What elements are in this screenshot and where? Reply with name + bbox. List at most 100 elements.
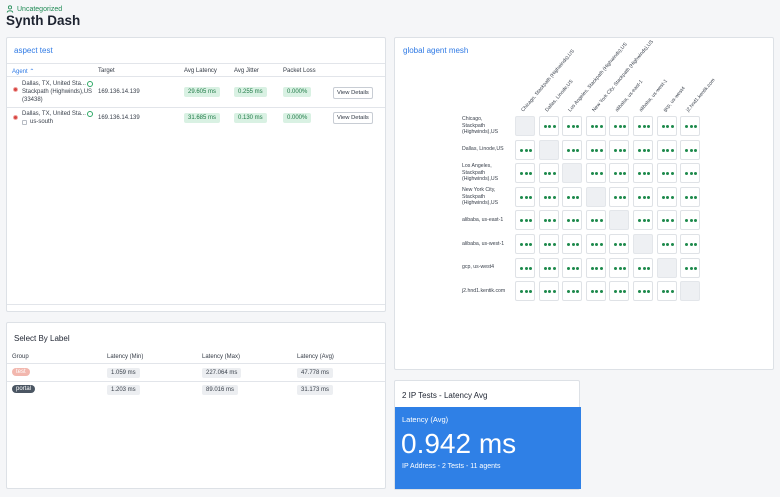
status-dots-icon <box>543 125 556 128</box>
mesh-cell[interactable] <box>538 116 559 136</box>
flag-icon <box>13 115 18 120</box>
status-dots-icon <box>638 125 650 128</box>
mesh-cell[interactable] <box>633 163 653 184</box>
latency-stat-card[interactable]: Latency (Avg) 0.942 ms IP Address - 2 Te… <box>395 407 581 489</box>
mesh-cell[interactable] <box>680 234 701 254</box>
mesh-cell[interactable] <box>538 234 559 254</box>
status-dots-icon <box>614 125 627 128</box>
mesh-cell[interactable] <box>680 116 701 136</box>
mesh-cell[interactable] <box>562 139 583 160</box>
status-dots-icon <box>685 219 698 223</box>
status-dots-icon <box>590 243 603 246</box>
aspect-test-panel: aspect test Agent ⌃ Target Avg Latency A… <box>6 37 386 312</box>
mesh-cell[interactable] <box>609 281 630 302</box>
mesh-row-label-line: (Highwinds),US <box>462 176 499 183</box>
mesh-cell[interactable] <box>515 163 535 184</box>
mesh-cell[interactable] <box>633 281 653 302</box>
view-details-button[interactable]: View Details <box>333 87 373 99</box>
column-header-agent[interactable]: Agent ⌃ <box>12 68 34 75</box>
mesh-cell[interactable] <box>562 186 583 207</box>
mesh-cell[interactable] <box>515 139 535 160</box>
mesh-cell[interactable] <box>562 281 583 302</box>
mesh-cell[interactable] <box>538 210 559 231</box>
status-dots-icon <box>614 243 627 246</box>
mesh-cell[interactable] <box>585 163 606 184</box>
mesh-cell[interactable] <box>562 116 583 136</box>
mesh-cell[interactable] <box>680 139 701 160</box>
latency-max-value: 89.016 ms <box>202 385 239 395</box>
mesh-cell[interactable] <box>585 210 606 231</box>
agent-name[interactable]: Dallas, TX, United Sta... <box>22 111 86 117</box>
mesh-cell[interactable] <box>538 281 559 302</box>
mesh-column-header: gcp, us-west4 <box>661 85 687 114</box>
mesh-cell[interactable] <box>562 210 583 231</box>
mesh-cell[interactable] <box>609 257 630 278</box>
agent-mesh-title[interactable]: global agent mesh <box>403 46 468 55</box>
column-header-target[interactable]: Target <box>98 68 115 74</box>
mesh-cell[interactable] <box>656 234 677 254</box>
column-header-avg-latency[interactable]: Avg Latency <box>184 68 217 74</box>
status-dots-icon <box>638 290 650 294</box>
mesh-cell[interactable] <box>656 186 677 207</box>
status-dots-icon <box>543 243 556 246</box>
loss-badge: 0.000% <box>283 113 312 123</box>
mesh-cell[interactable] <box>515 234 535 254</box>
page-title: Synth Dash <box>6 13 81 28</box>
mesh-cell[interactable] <box>538 163 559 184</box>
column-header-group: Group <box>12 354 29 360</box>
mesh-cell[interactable] <box>515 281 535 302</box>
mesh-cell[interactable] <box>633 257 653 278</box>
view-details-button[interactable]: View Details <box>333 112 373 124</box>
divider <box>7 381 385 382</box>
mesh-cell[interactable] <box>609 116 630 136</box>
breadcrumb[interactable]: Uncategorized <box>6 5 62 13</box>
status-dots-icon <box>543 290 556 294</box>
mesh-cell[interactable] <box>609 234 630 254</box>
mesh-cell[interactable] <box>633 210 653 231</box>
check-circle-icon <box>87 111 93 117</box>
mesh-cell[interactable] <box>585 139 606 160</box>
mesh-cell[interactable] <box>538 186 559 207</box>
mesh-cell[interactable] <box>680 186 701 207</box>
group-tag[interactable]: test <box>12 368 30 376</box>
agent-asn: (33438) <box>22 97 43 103</box>
mesh-cell[interactable] <box>585 116 606 136</box>
mesh-cell[interactable] <box>585 257 606 278</box>
group-tag[interactable]: portal <box>12 385 36 393</box>
status-dots-icon <box>638 172 650 176</box>
mesh-cell[interactable] <box>609 163 630 184</box>
mesh-cell[interactable] <box>609 186 630 207</box>
mesh-cell[interactable] <box>680 163 701 184</box>
column-header-packet-loss[interactable]: Packet Loss <box>283 68 316 74</box>
agent-provider: Stackpath (Highwinds),US <box>22 89 93 95</box>
mesh-cell[interactable] <box>609 139 630 160</box>
mesh-cell[interactable] <box>515 257 535 278</box>
mesh-cell[interactable] <box>538 257 559 278</box>
mesh-cell[interactable] <box>633 139 653 160</box>
status-dots-icon <box>661 243 674 246</box>
mesh-cell[interactable] <box>585 281 606 302</box>
mesh-cell[interactable] <box>680 210 701 231</box>
mesh-cell[interactable] <box>562 257 583 278</box>
mesh-cell[interactable] <box>656 281 677 302</box>
mesh-cell[interactable] <box>633 186 653 207</box>
stat-subtitle: IP Address - 2 Tests - 11 agents <box>402 463 501 470</box>
mesh-cell[interactable] <box>515 186 535 207</box>
status-dots-icon <box>685 125 698 128</box>
mesh-cell[interactable] <box>656 139 677 160</box>
mesh-cell[interactable] <box>585 234 606 254</box>
mesh-cell[interactable] <box>633 116 653 136</box>
aspect-test-title[interactable]: aspect test <box>14 46 53 55</box>
status-dots-icon <box>543 266 556 270</box>
latency-avg-value: 47.778 ms <box>297 368 334 378</box>
mesh-row-header: alibaba, us-east-1 <box>462 217 503 224</box>
mesh-cell[interactable] <box>656 210 677 231</box>
mesh-cell[interactable] <box>656 116 677 136</box>
mesh-cell[interactable] <box>562 234 583 254</box>
mesh-cell[interactable] <box>656 163 677 184</box>
status-dots-icon <box>590 219 603 223</box>
mesh-cell[interactable] <box>515 210 535 231</box>
column-header-avg-jitter[interactable]: Avg Jitter <box>234 68 259 74</box>
agent-name[interactable]: Dallas, TX, United Sta... <box>22 81 86 87</box>
mesh-cell[interactable] <box>680 257 701 278</box>
